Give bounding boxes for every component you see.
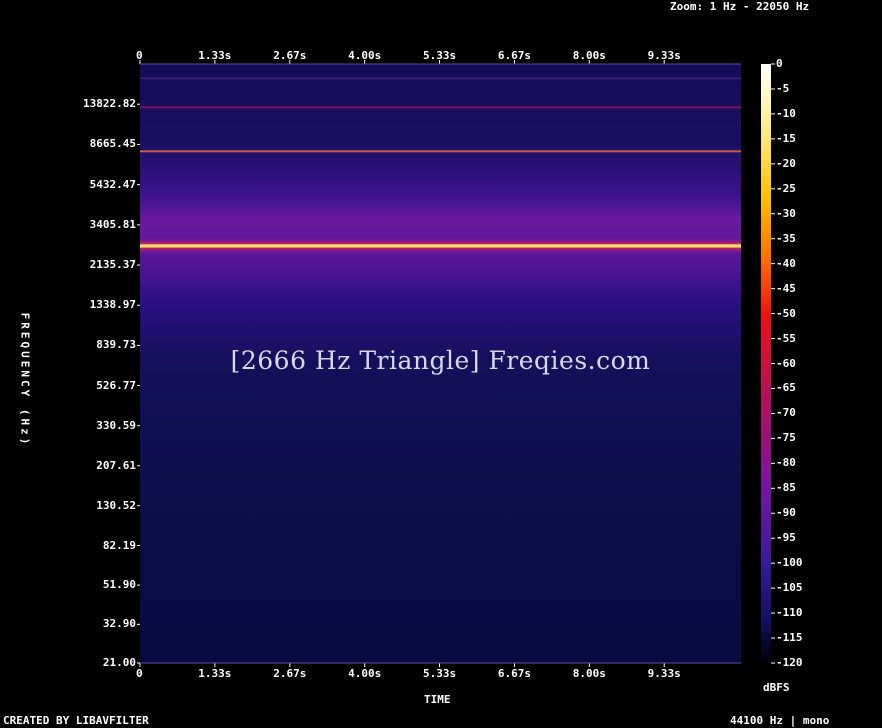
y-tick-label: 51.90 xyxy=(102,578,136,592)
x-axis-label: TIME xyxy=(424,693,451,706)
zoom-readout: Zoom: 1 Hz - 22050 Hz xyxy=(670,0,810,13)
sample-format-label: 44100 Hz | mono xyxy=(730,714,830,727)
colorbar-tick-label: -50 xyxy=(776,306,796,320)
colorbar-tick-label: -120 xyxy=(776,656,803,669)
colorbar-tick-label: -90 xyxy=(776,506,796,520)
y-tick-label: 8665.45 xyxy=(89,137,136,151)
y-tick-label: 130.52 xyxy=(96,498,136,512)
x-tick-label-top: 8.00s xyxy=(572,49,606,62)
colorbar-tick-label: -45 xyxy=(776,281,796,295)
colorbar-tick-label: -75 xyxy=(776,431,796,445)
x-tick-label-top: 6.67s xyxy=(497,49,532,62)
x-tick-label-top: 1.33s xyxy=(198,49,232,62)
colorbar-tick-label: -10 xyxy=(776,106,796,120)
colorbar xyxy=(761,64,771,663)
colorbar-tick-label: -110 xyxy=(776,606,803,620)
x-tick-label-bottom: 6.67s xyxy=(497,667,532,680)
y-tick-label: 32.90 xyxy=(102,617,136,631)
colorbar-tick-label: -30 xyxy=(776,206,796,220)
x-tick-label-bottom: 2.67s xyxy=(273,667,307,680)
colorbar-tick-label: -105 xyxy=(776,581,803,595)
x-tick-label-top: 4.00s xyxy=(348,49,382,62)
y-tick-label: 526.77 xyxy=(96,378,136,392)
y-tick-label: 5432.47 xyxy=(89,177,136,191)
colorbar-tick-label: -100 xyxy=(776,556,803,570)
x-tick-label-top: 5.33s xyxy=(422,49,457,62)
created-by-label: CREATED BY LIBAVFILTER xyxy=(3,714,149,727)
colorbar-tick-label: -40 xyxy=(776,256,796,270)
y-tick-label: 13822.82 xyxy=(83,97,136,111)
y-tick-label: 3405.81 xyxy=(89,217,136,231)
y-tick-label: 21.00 xyxy=(102,656,136,669)
y-tick-label: 2135.37 xyxy=(89,258,136,272)
colorbar-tick-label: -85 xyxy=(776,481,796,495)
colorbar-tick-label: -25 xyxy=(776,181,796,195)
x-tick-label-top: 2.67s xyxy=(273,49,307,62)
x-tick-label-bottom: 8.00s xyxy=(572,667,606,680)
x-tick-label-bottom: 9.33s xyxy=(647,667,681,680)
x-tick-label-bottom: 0 xyxy=(136,667,143,680)
chart-title: [2666 Hz Triangle] Freqies.com xyxy=(230,346,651,375)
tone-band xyxy=(140,244,741,248)
colorbar-tick-label: -15 xyxy=(776,131,796,145)
colorbar-tick-label: -70 xyxy=(776,406,796,420)
colorbar-label: dBFS xyxy=(763,681,790,694)
colorbar-tick-label: -60 xyxy=(776,356,796,370)
colorbar-tick-label: -20 xyxy=(776,156,796,170)
y-tick-label: 82.19 xyxy=(102,538,136,552)
x-tick-label-top: 9.33s xyxy=(647,49,681,62)
colorbar-tick-label: -5 xyxy=(776,81,790,95)
y-axis-label: FREQUENCY (Hz) xyxy=(18,312,32,448)
x-tick-label-bottom: 1.33s xyxy=(198,667,232,680)
tone-band xyxy=(140,106,741,109)
y-tick-label: 207.61 xyxy=(96,458,136,472)
colorbar-tick-label: 0 xyxy=(776,57,783,70)
colorbar-tick-label: -65 xyxy=(776,381,796,395)
y-tick-label: 1338.97 xyxy=(89,298,136,312)
y-tick-label: 330.59 xyxy=(96,418,136,432)
tone-band xyxy=(140,77,741,80)
x-tick-label-bottom: 4.00s xyxy=(348,667,382,680)
y-tick-label: 839.73 xyxy=(96,338,136,352)
x-tick-label-top: 0 xyxy=(136,49,143,62)
colorbar-tick-label: -95 xyxy=(776,531,796,545)
colorbar-tick-label: -115 xyxy=(776,631,803,645)
colorbar-tick-label: -55 xyxy=(776,331,796,345)
x-tick-label-bottom: 5.33s xyxy=(422,667,457,680)
colorbar-tick-label: -80 xyxy=(776,456,796,470)
colorbar-tick-label: -35 xyxy=(776,231,796,245)
tone-band xyxy=(140,150,741,153)
